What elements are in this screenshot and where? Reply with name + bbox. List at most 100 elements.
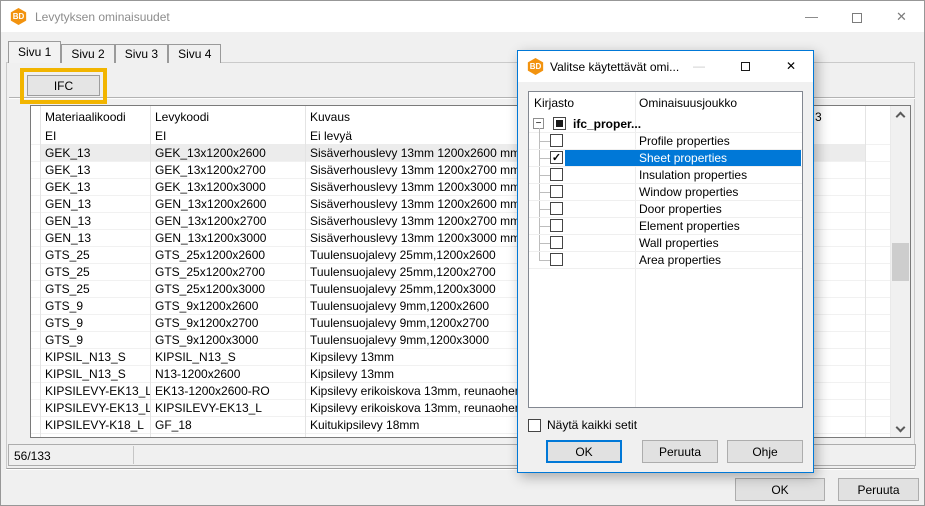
property-set-list: Kirjasto Ominaisuusjoukko − ifc_proper..…: [528, 91, 803, 408]
table-vertical-scrollbar[interactable]: [890, 106, 910, 437]
indeterminate-mark-icon: [556, 120, 563, 127]
property-set-row[interactable]: Element properties: [529, 218, 802, 235]
table-cell: GEK_13x1200x3000: [150, 179, 305, 195]
main-titlebar: BD Levytyksen ominaisuudet — ✕: [1, 1, 924, 32]
table-cell: GTS_25x1200x2700: [150, 264, 305, 280]
modal-title: Valitse käytettävät omi...: [550, 60, 679, 74]
unchecked-checkbox[interactable]: [550, 236, 563, 249]
modal-cancel-button[interactable]: Peruuta: [642, 440, 718, 463]
table-cell: GTS_25x1200x2600: [150, 247, 305, 263]
table-cell: GF_18: [150, 417, 305, 433]
property-set-row[interactable]: Window properties: [529, 184, 802, 201]
unchecked-checkbox[interactable]: [550, 168, 563, 181]
table-cell: GTS_25: [40, 281, 150, 297]
tree-branch-line: [539, 260, 550, 261]
window-title: Levytyksen ominaisuudet: [35, 10, 170, 24]
table-cell: KIPSIL_N13_S: [150, 349, 305, 365]
table-cell: GEN_13x1200x2600: [150, 196, 305, 212]
tab-sivu-2[interactable]: Sivu 2: [61, 44, 114, 63]
minimize-icon: —: [693, 59, 705, 73]
property-set-row[interactable]: Wall properties: [529, 235, 802, 252]
tree-root-row[interactable]: − ifc_proper...: [529, 116, 802, 133]
chevron-up-icon: [896, 112, 906, 122]
unchecked-checkbox[interactable]: [550, 202, 563, 215]
tree-root-label: ifc_proper...: [573, 117, 641, 131]
table-cell: KIPSILEVY-EK13_L: [150, 400, 305, 416]
table-cell: GTS_25x1200x3000: [150, 281, 305, 297]
property-set-label: Wall properties: [639, 236, 719, 250]
table-cell: KIPSILEVY-EK13_L: [40, 383, 150, 399]
tree-branch-line: [539, 226, 550, 227]
table-cell: KIPSIL_N13_S: [40, 366, 150, 382]
scrollbar-thumb[interactable]: [892, 243, 909, 281]
property-set-row[interactable]: Door properties: [529, 201, 802, 218]
tree-branch-line: [539, 192, 550, 193]
maximize-icon: [741, 62, 750, 71]
property-set-label: Area properties: [639, 253, 721, 267]
maximize-button[interactable]: [834, 1, 879, 32]
modal-ok-button[interactable]: OK: [546, 440, 622, 463]
main-cancel-button[interactable]: Peruuta: [838, 478, 919, 501]
table-cell: GEN_13: [40, 196, 150, 212]
table-cell: GTS_25: [40, 247, 150, 263]
scroll-down-button[interactable]: [891, 420, 910, 437]
table-cell: GEK_13: [40, 179, 150, 195]
minimize-icon: —: [805, 9, 818, 24]
table-cell: GTS_9: [40, 332, 150, 348]
ifc-button[interactable]: IFC: [27, 75, 100, 96]
checked-checkbox[interactable]: ✓: [550, 151, 563, 164]
table-cell: GTS_9x1200x2600: [150, 298, 305, 314]
modal-help-button[interactable]: Ohje: [727, 440, 803, 463]
unchecked-checkbox[interactable]: [550, 219, 563, 232]
table-cell: GEN_13x1200x3000: [150, 230, 305, 246]
property-set-label: Profile properties: [639, 134, 730, 148]
table-cell: KIPSIL_N13_S: [40, 349, 150, 365]
tab-sivu-1[interactable]: Sivu 1: [8, 41, 61, 63]
tab-sivu-4[interactable]: Sivu 4: [168, 44, 221, 63]
app-logo-icon: BD: [10, 8, 27, 25]
root-checkbox[interactable]: [553, 117, 566, 130]
table-cell: GEK_13: [40, 162, 150, 178]
unchecked-checkbox[interactable]: [550, 253, 563, 266]
table-cell: KIPSILEVY-K18_L: [40, 417, 150, 433]
property-set-label: Door properties: [639, 202, 722, 216]
scroll-up-button[interactable]: [891, 106, 910, 123]
unchecked-checkbox[interactable]: [550, 185, 563, 198]
unchecked-checkbox[interactable]: [550, 134, 563, 147]
table-cell: GTS_25: [40, 264, 150, 280]
table-cell: GEN_13x1200x2700: [150, 213, 305, 229]
minimize-button[interactable]: —: [789, 1, 834, 32]
column-header-levykoodi[interactable]: Levykoodi: [150, 106, 305, 128]
property-set-label: Sheet properties: [639, 151, 727, 165]
main-ok-button[interactable]: OK: [735, 478, 825, 501]
status-divider: [133, 446, 134, 464]
column-header-ominaisuusjoukko: Ominaisuusjoukko: [639, 96, 737, 110]
table-cell: GEK_13x1200x2600: [150, 145, 305, 161]
property-sets-dialog: BD Valitse käytettävät omi... — ✕ Kirjas…: [517, 50, 814, 473]
table-cell: GEK_13x1200x2700: [150, 162, 305, 178]
modal-maximize-button[interactable]: [729, 51, 761, 82]
table-cell: GEN_13: [40, 230, 150, 246]
show-all-sets-checkbox[interactable]: [528, 419, 541, 432]
modal-minimize-button: —: [683, 51, 715, 82]
column-header-partial[interactable]: 3: [810, 106, 865, 128]
tab-strip: Sivu 1 Sivu 2 Sivu 3 Sivu 4: [8, 41, 221, 63]
table-cell: EI: [40, 128, 150, 144]
property-set-row[interactable]: Insulation properties: [529, 167, 802, 184]
property-list-rows: Profile properties ✓ Sheet properties Insul…: [529, 133, 802, 269]
column-header-materiaalikoodi[interactable]: Materiaalikoodi: [40, 106, 150, 128]
tab-sivu-3[interactable]: Sivu 3: [115, 44, 168, 63]
property-set-row[interactable]: Profile properties: [529, 133, 802, 150]
modal-close-button[interactable]: ✕: [775, 51, 807, 82]
column-header-kirjasto: Kirjasto: [534, 96, 574, 110]
tree-branch-line: [539, 209, 550, 210]
levytyksen-ominaisuudet-window: BD Levytyksen ominaisuudet — ✕ Sivu 1 Si…: [0, 0, 925, 506]
close-button[interactable]: ✕: [879, 1, 924, 32]
tree-branch-line: [539, 158, 550, 159]
property-set-row[interactable]: ✓ Sheet properties: [529, 150, 802, 167]
table-cell: KIPSILEVY-EK13_L: [40, 400, 150, 416]
modal-titlebar: BD Valitse käytettävät omi... — ✕: [518, 51, 813, 82]
table-cell: GEK_13: [40, 145, 150, 161]
property-set-row[interactable]: Area properties: [529, 252, 802, 269]
property-set-label: Insulation properties: [639, 168, 747, 182]
